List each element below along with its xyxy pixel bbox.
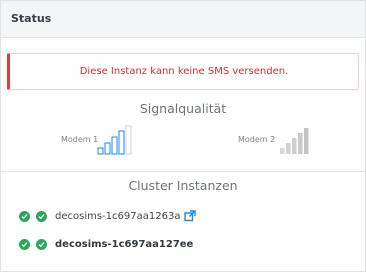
status-card: Status Diese Instanz kann keine SMS vers…	[0, 0, 366, 272]
card-title: Status	[11, 12, 52, 25]
check-circle-icon	[19, 210, 30, 222]
modem-2-signal-icon	[280, 128, 309, 154]
check-circle-icon	[36, 210, 47, 222]
modem-1-signal-icon	[97, 125, 132, 155]
signal-quality-title: Signalqualität	[139, 101, 227, 116]
external-link-icon[interactable]	[184, 210, 197, 222]
instance-name-current: decosims-1c697aa127ee	[55, 238, 194, 250]
section-divider	[1, 171, 365, 172]
modem-2-label: Modem 2	[238, 135, 276, 144]
cluster-instance-row: decosims-1c697aa127ee	[19, 237, 193, 251]
cluster-instances-title: Cluster Instanzen	[128, 178, 238, 193]
sms-error-alert: Diese Instanz kann keine SMS versenden.	[7, 53, 359, 90]
card-header: Status	[1, 1, 365, 38]
check-circle-icon	[36, 238, 47, 250]
modem-1-label: Modem 1	[61, 135, 99, 144]
cluster-instance-row: decosims-1c697aa1263a	[19, 209, 197, 223]
instance-name[interactable]: decosims-1c697aa1263a	[55, 211, 180, 222]
check-circle-icon	[19, 238, 30, 250]
alert-message: Diese Instanz kann keine SMS versenden.	[79, 66, 289, 77]
